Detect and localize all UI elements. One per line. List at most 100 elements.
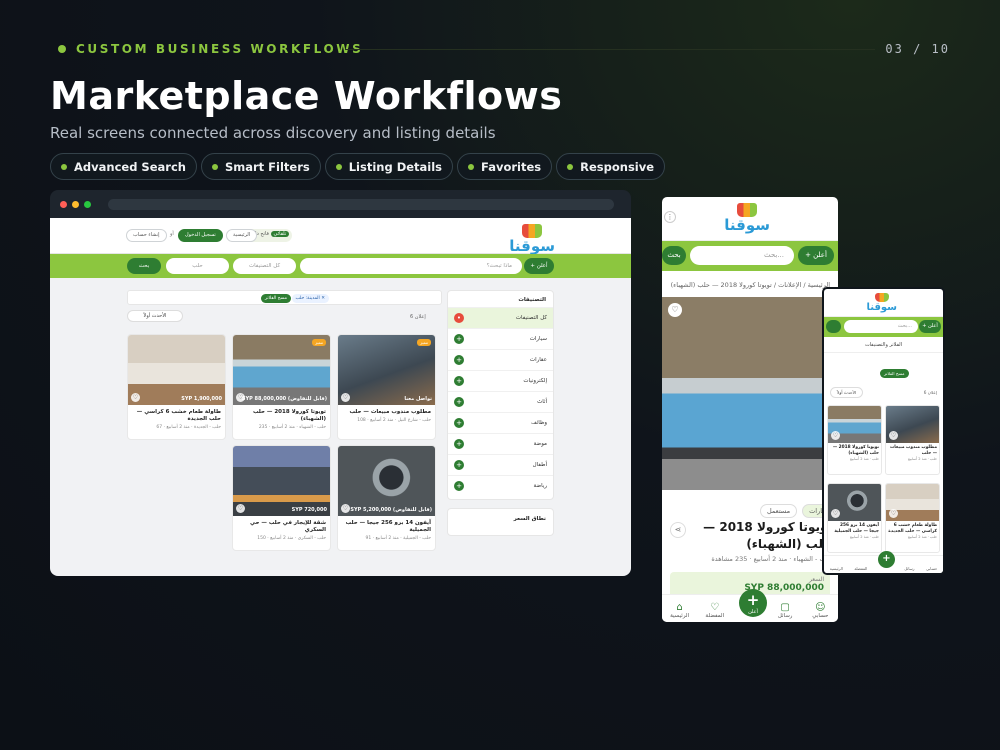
nav-account[interactable]: ☺ حسابي <box>805 602 835 619</box>
heart-icon[interactable]: ♡ <box>668 303 682 317</box>
sidebar-item-cars[interactable]: سيارات + <box>448 328 553 349</box>
nav-account[interactable]: حسابي <box>926 566 937 571</box>
post-ad-button[interactable]: + أعلن <box>798 246 834 265</box>
phone-results-list: سوقنا + أعلن بحث... الفلاتر والتصنيفات م… <box>822 287 945 575</box>
plus-icon: + <box>454 376 464 386</box>
window-minimize-dot <box>72 200 79 208</box>
heart-icon[interactable]: ♡ <box>889 509 898 518</box>
shopping-bag-icon <box>874 293 889 302</box>
marketplace-site: سوقنا تلقائي فاتح داكن الرئيسية تسجيل ال… <box>50 218 631 576</box>
heart-icon[interactable]: ♡ <box>131 393 140 402</box>
chip-listing-details: Listing Details <box>324 153 454 180</box>
site-logo[interactable]: سوقنا <box>724 203 770 233</box>
listing-card[interactable]: ♡ SYP 5,200,000 (قابل للتفاوض) آيفون 14 … <box>337 445 436 551</box>
search-button[interactable]: بحث <box>662 246 686 265</box>
post-ad-button[interactable]: + أعلن <box>524 258 554 274</box>
sidebar-item-fashion[interactable]: موضة + <box>448 433 553 454</box>
desktop-browser-mock: سوقنا تلقائي فاتح داكن الرئيسية تسجيل ال… <box>50 190 631 576</box>
heart-icon[interactable]: ♡ <box>341 504 350 513</box>
address-bar <box>108 199 614 210</box>
search-button[interactable] <box>826 320 841 333</box>
listing-meta: حلب - الشهباء · منذ 2 أسابيع · 235 مشاهد… <box>711 555 832 563</box>
heart-icon[interactable]: ♡ <box>236 504 245 513</box>
sidebar-item-realestate[interactable]: عقارات + <box>448 349 553 370</box>
search-input[interactable]: بحث... <box>690 246 794 265</box>
header-divider <box>345 49 875 50</box>
post-ad-button[interactable]: + أعلن <box>919 320 941 333</box>
listing-title: تويوتا كورولا 2018 — حلب (الشهباء) <box>703 520 832 551</box>
filter-tag-city[interactable]: المدينة: حلب ✕ <box>291 294 329 303</box>
listing-card[interactable]: ♡ آيفون 14 برو 256 جيجا — حلب الجميلية حل… <box>827 483 882 553</box>
listing-card[interactable]: ♡ SYP 720,000 شقة للإيجار في حلب — حي ال… <box>232 445 331 551</box>
results-count: 6 إعلان <box>923 390 937 395</box>
listing-card[interactable]: ♡ تويوتا كورولا 2018 — حلب (الشهباء) حلب … <box>827 405 882 475</box>
nav-messages[interactable]: ▢ رسائل <box>770 602 800 619</box>
sidebar-item-kids[interactable]: أطفال + <box>448 454 553 475</box>
eyebrow-dot <box>58 45 66 53</box>
post-ad-fab[interactable]: + <box>878 551 895 568</box>
login-button[interactable]: تسجيل الدخول <box>178 229 223 242</box>
clear-filters-button[interactable]: مسح الفلاتر <box>880 369 909 378</box>
sort-select[interactable]: الأحدث أولاً <box>127 310 183 322</box>
slide-pager: 03 / 10 <box>885 42 950 56</box>
nav-favorites[interactable]: المفضلة <box>854 566 867 571</box>
listing-card[interactable]: ♡ SYP 1,900,000 طاولة طعام خشب 6 كراسي —… <box>127 334 226 440</box>
nav-messages[interactable]: رسائل <box>904 566 914 571</box>
share-icon[interactable]: ⋖ <box>670 522 686 538</box>
nav-home[interactable]: الرئيسية <box>226 229 258 242</box>
plus-icon: + <box>454 334 464 344</box>
categories-sidebar: التصنيفات كل التصنيفات • سيارات + عقارات + … <box>447 290 554 500</box>
phone-header: سوقنا <box>824 289 943 317</box>
site-logo[interactable]: سوقنا <box>509 224 555 254</box>
user-icon: ☺ <box>815 602 826 613</box>
breadcrumb: الرئيسية / الإعلانات / تويوتا كورولا 201… <box>670 281 830 289</box>
sidebar-item-furniture[interactable]: أثاث + <box>448 391 553 412</box>
window-close-dot <box>60 200 67 208</box>
sidebar-item-electronics[interactable]: إلكترونيات + <box>448 370 553 391</box>
post-ad-fab[interactable]: + أعلن <box>739 589 767 617</box>
listing-card[interactable]: مميز ♡ تواصل معنا مطلوب مندوب مبيعات — ح… <box>337 334 436 440</box>
category-select[interactable]: كل التصنيفات <box>233 258 296 274</box>
search-button[interactable]: بحث <box>127 258 161 274</box>
feature-chips: Advanced Search Smart Filters Listing De… <box>50 153 666 180</box>
theme-auto[interactable]: تلقائي <box>270 231 290 237</box>
sidebar-item-sports[interactable]: رياضة + <box>448 475 553 496</box>
phone-header: سوقنا ⋮ <box>662 197 838 241</box>
site-top-nav: سوقنا تلقائي فاتح داكن الرئيسية تسجيل ال… <box>50 218 631 254</box>
nav-home[interactable]: ⌂ الرئيسية <box>665 602 695 619</box>
grid-icon: • <box>454 313 464 323</box>
heart-icon[interactable]: ♡ <box>889 431 898 440</box>
listing-card[interactable]: ♡ مطلوب مندوب مبيعات — حلب حلب · منذ 2 أس… <box>885 405 940 475</box>
clear-filters-button[interactable]: مسح الفلاتر <box>260 294 291 303</box>
search-input[interactable]: ماذا تبحث؟ <box>300 258 522 274</box>
listing-card[interactable]: ♡ طاولة طعام خشب 6 كراسي — حلب الجديدة حل… <box>885 483 940 553</box>
nav-home[interactable]: الرئيسية <box>830 566 843 571</box>
nav-favorites[interactable]: ♡ المفضلة <box>700 602 730 619</box>
sidebar-item-all[interactable]: كل التصنيفات • <box>448 307 553 328</box>
price-label: السعر <box>808 576 824 583</box>
eyebrow: CUSTOM BUSINESS WORKFLOWS <box>58 42 363 56</box>
filters-toggle[interactable]: الفلاتر والتصنيفات <box>824 337 943 353</box>
eyebrow-text: CUSTOM BUSINESS WORKFLOWS <box>76 42 364 56</box>
site-logo[interactable]: سوقنا <box>867 293 897 313</box>
city-select[interactable]: حلب <box>166 258 229 274</box>
heart-icon: ♡ <box>710 602 720 613</box>
chip-smart-filters: Smart Filters <box>200 153 321 180</box>
plus-icon: + <box>454 418 464 428</box>
sort-select[interactable]: الأحدث أولاً <box>830 387 864 398</box>
shopping-bag-icon <box>737 203 758 217</box>
menu-icon[interactable]: ⋮ <box>664 211 676 223</box>
heart-icon[interactable]: ♡ <box>341 393 350 402</box>
sidebar-title: التصنيفات <box>518 297 546 303</box>
heart-icon[interactable]: ♡ <box>831 509 840 518</box>
plus-icon: + <box>454 397 464 407</box>
search-input[interactable]: بحث... <box>844 320 918 333</box>
heart-icon[interactable]: ♡ <box>831 431 840 440</box>
results-count: 6 إعلان <box>410 314 426 320</box>
chip-responsive: Responsive <box>556 153 666 180</box>
price-range-panel: نطاق السعر <box>447 508 554 536</box>
sidebar-item-jobs[interactable]: وظائف + <box>448 412 553 433</box>
create-account-button[interactable]: إنشاء حساب <box>126 229 167 242</box>
theme-light[interactable]: فاتح <box>260 231 269 237</box>
listing-card[interactable]: مميز ♡ SYP 88,000,000 (قابل للتفاوض) توي… <box>232 334 331 440</box>
